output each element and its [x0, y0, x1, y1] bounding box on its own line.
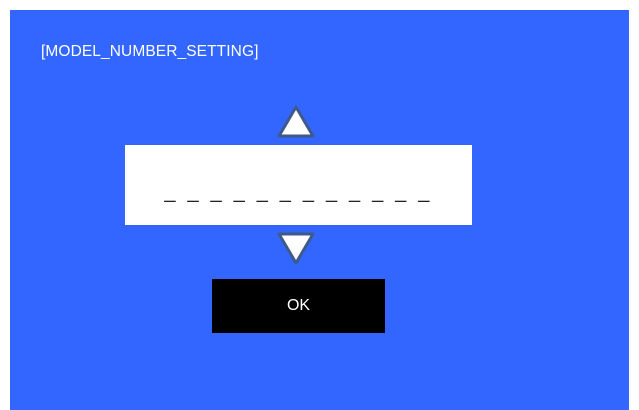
model-number-value: _ _ _ _ _ _ _ _ _ _ _ _: [164, 180, 433, 203]
ok-button[interactable]: OK: [212, 279, 385, 333]
decrement-button[interactable]: [275, 230, 317, 266]
model-number-setting-screen: [MODEL_NUMBER_SETTING] _ _ _ _ _ _ _ _ _…: [10, 10, 629, 410]
screen-title: [MODEL_NUMBER_SETTING]: [41, 43, 259, 60]
triangle-down-icon: [277, 232, 315, 265]
increment-button[interactable]: [275, 104, 317, 140]
triangle-up-icon: [277, 105, 315, 138]
model-number-field[interactable]: _ _ _ _ _ _ _ _ _ _ _ _: [125, 145, 472, 225]
